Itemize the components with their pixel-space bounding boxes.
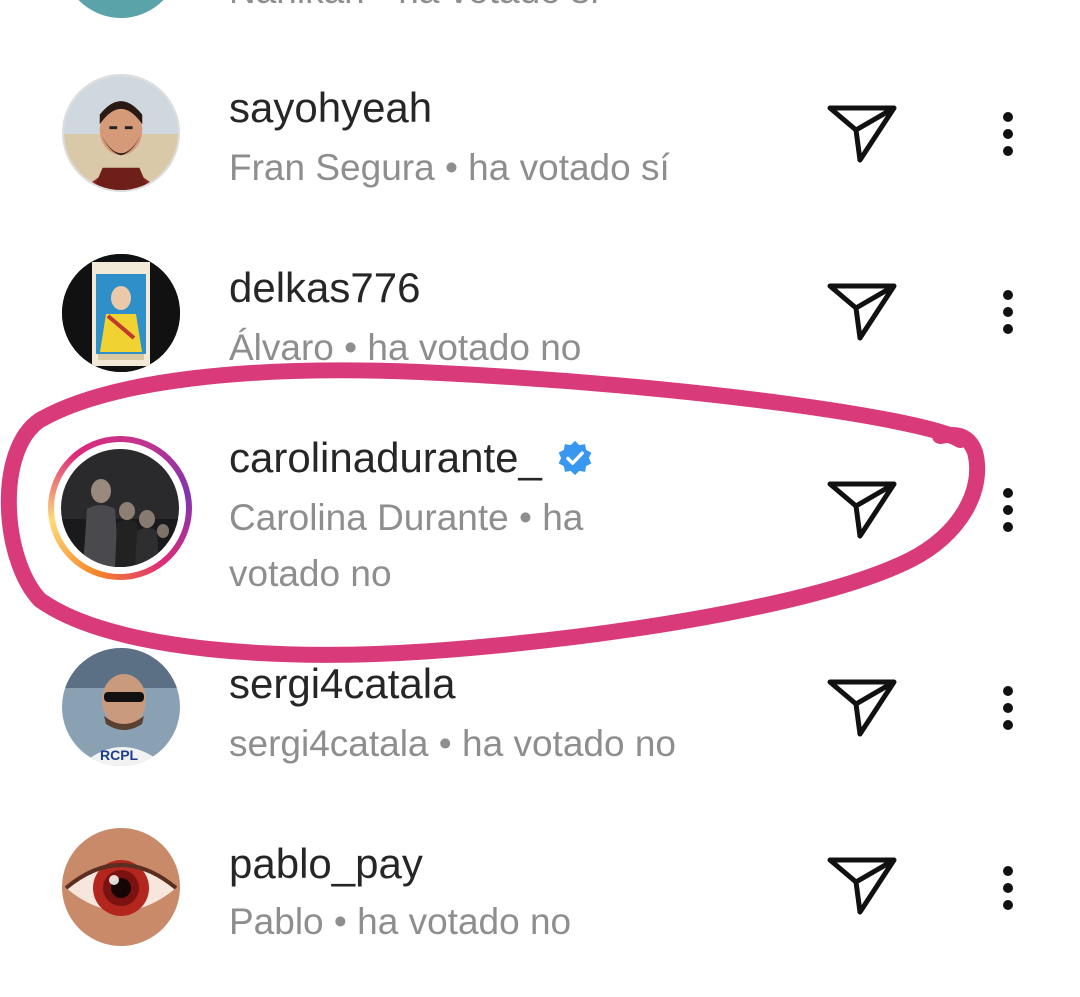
list-item[interactable]: carolinadurante_ Carolina Durante • ha v… (0, 420, 1080, 610)
vote-subtitle: sergi4catala • ha votado no (229, 723, 676, 764)
send-icon[interactable] (826, 102, 898, 166)
vote-subtitle-line1: Carolina Durante • ha (229, 497, 584, 538)
voters-list-screen: Nahikari • ha votado sí sayohyeah Fran S… (0, 0, 1080, 997)
vote-subtitle-line2: votado no (229, 553, 392, 594)
vote-subtitle: Álvaro • ha votado no (229, 327, 582, 368)
send-icon[interactable] (826, 676, 898, 740)
send-icon[interactable] (826, 280, 898, 344)
verified-badge-icon (558, 440, 592, 476)
username[interactable]: sergi4catala (229, 660, 455, 708)
sunglasses-man-avatar[interactable]: RCPL (62, 648, 180, 766)
partial-row-subtitle: Nahikari • ha votado sí (229, 0, 600, 12)
more-options-icon[interactable] (990, 860, 1026, 916)
more-options-icon[interactable] (990, 482, 1026, 538)
vote-subtitle: Pablo • ha votado no (229, 901, 572, 942)
username[interactable]: delkas776 (229, 264, 420, 312)
svg-text:RCPL: RCPL (100, 747, 139, 763)
list-item[interactable]: sayohyeah Fran Segura • ha votado sí (0, 60, 1080, 220)
partial-avatar[interactable] (62, 0, 180, 18)
username-text[interactable]: carolinadurante_ (229, 434, 542, 481)
bearded-man-avatar[interactable] (62, 74, 180, 192)
more-options-icon[interactable] (990, 284, 1026, 340)
send-icon[interactable] (826, 854, 898, 918)
story-ring[interactable] (48, 436, 192, 580)
username[interactable]: pablo_pay (229, 840, 423, 888)
list-item[interactable]: RCPL sergi4catala sergi4catala • ha vota… (0, 630, 1080, 790)
red-eye-avatar[interactable] (62, 828, 180, 946)
send-icon[interactable] (826, 478, 898, 542)
username[interactable]: carolinadurante_ (229, 434, 594, 482)
list-item[interactable]: pablo_pay Pablo • ha votado no (0, 810, 1080, 980)
vote-subtitle: Fran Segura • ha votado sí (229, 147, 670, 188)
queen-poster-avatar[interactable] (62, 254, 180, 372)
list-item[interactable]: delkas776 Álvaro • ha votado no (0, 240, 1080, 400)
more-options-icon[interactable] (990, 106, 1026, 162)
username[interactable]: sayohyeah (229, 84, 432, 132)
more-options-icon[interactable] (990, 680, 1026, 736)
band-photo-avatar (61, 449, 179, 567)
